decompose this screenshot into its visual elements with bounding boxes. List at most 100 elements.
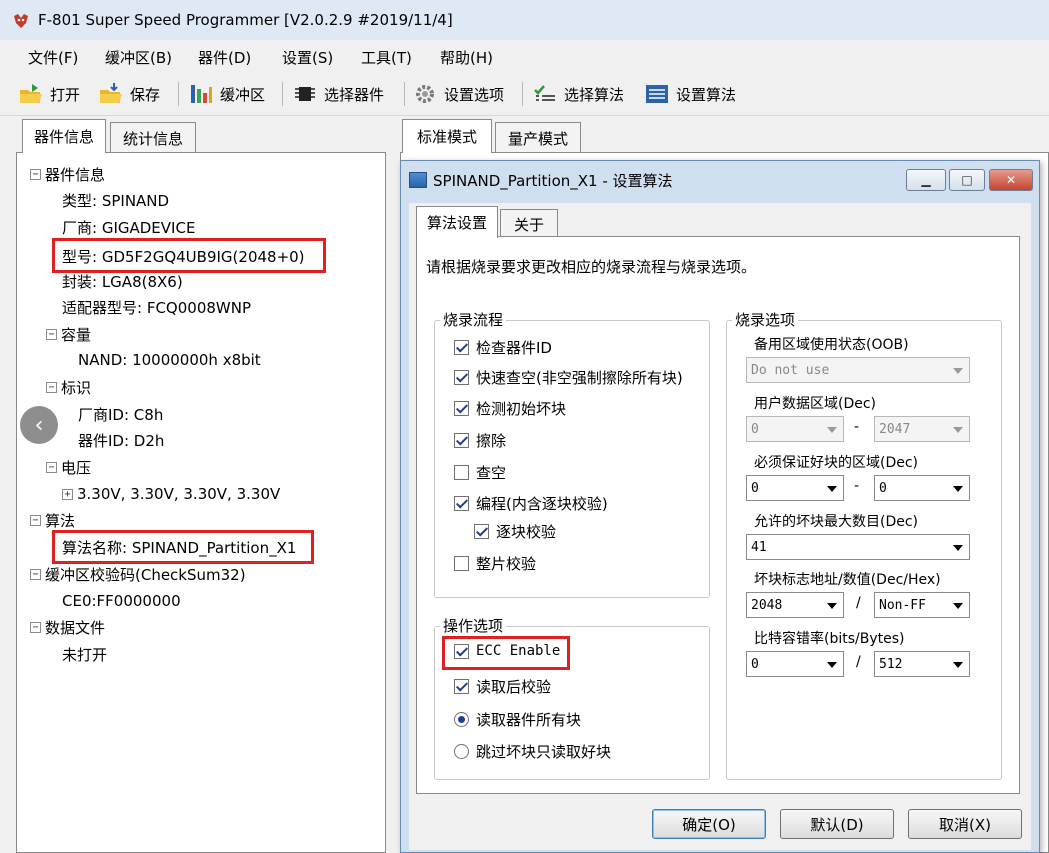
collapse-icon[interactable]: − (30, 168, 41, 180)
checkbox[interactable] (454, 465, 469, 480)
bad-block-mark-address-select[interactable]: 2048 (746, 592, 844, 618)
collapse-icon[interactable]: − (30, 568, 41, 580)
good-block-to-select[interactable]: 0 (874, 475, 970, 501)
menu-device[interactable]: 器件(D) (198, 47, 251, 68)
tree-node-voltage-values[interactable]: +3.30V, 3.30V, 3.30V, 3.30V (62, 483, 280, 505)
quick-blank-check-option[interactable]: 快速查空(非空强制擦除所有块) (454, 367, 683, 388)
collapse-icon[interactable]: − (46, 328, 57, 340)
tree-label: 容量 (61, 325, 92, 344)
chevron-down-icon (953, 427, 963, 433)
max-bad-blocks-select[interactable]: 41 (746, 534, 970, 560)
bad-block-mark-value-select[interactable]: Non-FF (874, 592, 970, 618)
tree-item-device-id: 器件ID: D2h (78, 431, 165, 450)
buffer-button[interactable]: 缓冲区 (188, 80, 265, 108)
default-button[interactable]: 默认(D) (780, 809, 894, 839)
dialog-title-bar: SPINAND_Partition_X1 - 设置算法 (409, 167, 673, 193)
detect-bad-blocks-option[interactable]: 检测初始坏块 (454, 398, 566, 419)
bad-block-mark-label: 坏块标志地址/数值(Dec/Hex) (754, 572, 941, 588)
option-label: 查空 (476, 464, 507, 482)
tree-node-device-info[interactable]: − 器件信息 (30, 163, 105, 185)
checkbox[interactable] (454, 370, 469, 385)
tree-label: 数据文件 (45, 618, 106, 637)
block-verify-option[interactable]: 逐块校验 (474, 521, 556, 542)
collapse-icon[interactable]: − (30, 514, 41, 526)
tree-node-ident[interactable]: − 标识 (46, 376, 91, 398)
user-area-from-select[interactable]: 0 (746, 416, 844, 442)
menu-buffer[interactable]: 缓冲区(B) (105, 47, 172, 68)
maximize-button[interactable]: □ (949, 169, 985, 191)
checkbox[interactable] (454, 401, 469, 416)
radio-button[interactable] (454, 744, 469, 759)
tab-device-info[interactable]: 器件信息 (22, 119, 106, 153)
tree-node-data-file[interactable]: − 数据文件 (30, 616, 105, 638)
option-label: 检测初始坏块 (476, 400, 567, 418)
maximize-icon: □ (961, 173, 973, 187)
verify-after-read-option[interactable]: 读取后校验 (454, 676, 551, 697)
tree-label: 器件信息 (45, 165, 106, 184)
blank-check-option[interactable]: 查空 (454, 462, 506, 483)
collapse-icon[interactable]: − (46, 461, 57, 473)
erase-option[interactable]: 擦除 (454, 430, 506, 451)
option-label: 读取后校验 (476, 678, 552, 696)
checkbox[interactable] (454, 340, 469, 355)
set-options-button[interactable]: 设置选项 (412, 80, 504, 108)
select-device-button[interactable]: 选择器件 (292, 80, 384, 108)
minimize-button[interactable]: ▁ (906, 169, 946, 191)
tab-standard-mode[interactable]: 标准模式 (402, 119, 492, 153)
select-value: 0 (751, 656, 759, 672)
collapse-icon[interactable]: − (30, 621, 41, 633)
checkbox[interactable] (454, 556, 469, 571)
menu-tools[interactable]: 工具(T) (361, 47, 412, 68)
menu-settings[interactable]: 设置(S) (282, 47, 333, 68)
checkbox[interactable] (454, 496, 469, 511)
title-bar: F-801 Super Speed Programmer [V2.0.2.9 #… (0, 0, 1049, 40)
close-button[interactable]: ✕ (989, 169, 1033, 191)
skip-bad-blocks-option[interactable]: 跳过坏块只读取好块 (454, 741, 611, 762)
menu-help[interactable]: 帮助(H) (440, 47, 493, 68)
spare-area-select[interactable]: Do not use (746, 357, 970, 383)
tab-algorithm-settings[interactable]: 算法设置 (416, 206, 498, 238)
bitflip-bytes-select[interactable]: 512 (874, 651, 970, 677)
collapse-icon[interactable]: − (46, 381, 57, 393)
select-algorithm-button[interactable]: 选择算法 (532, 80, 624, 108)
set-options-label: 设置选项 (444, 85, 505, 104)
tab-production-mode[interactable]: 量产模式 (495, 122, 581, 153)
good-block-from-select[interactable]: 0 (746, 475, 844, 501)
select-value: 0 (751, 421, 759, 437)
read-all-blocks-option[interactable]: 读取器件所有块 (454, 709, 581, 730)
toolbar: 打开 保存 缓冲区 选择器件 设置选项 选择算法 设置算法 (0, 72, 1049, 116)
buffer-icon (191, 85, 212, 103)
check-device-id-option[interactable]: 检查器件ID (454, 337, 552, 358)
select-value: 512 (879, 656, 903, 672)
set-algorithm-button[interactable]: 设置算法 (644, 80, 736, 108)
checkbox[interactable] (454, 433, 469, 448)
tree-node-checksum[interactable]: − 缓冲区校验码(CheckSum32) (30, 563, 246, 585)
option-label: 整片校验 (476, 555, 537, 573)
range-dash: - (854, 419, 860, 435)
tree-label: 缓冲区校验码(CheckSum32) (45, 565, 246, 584)
open-button[interactable]: 打开 (18, 80, 80, 108)
bitflip-bits-select[interactable]: 0 (746, 651, 844, 677)
tree-node-algorithm[interactable]: − 算法 (30, 509, 75, 531)
user-area-to-select[interactable]: 2047 (874, 416, 970, 442)
ok-button[interactable]: 确定(O) (652, 809, 766, 839)
tree-node-voltage[interactable]: − 电压 (46, 456, 91, 478)
full-verify-option[interactable]: 整片校验 (454, 553, 536, 574)
checkbox[interactable] (454, 679, 469, 694)
program-option[interactable]: 编程(内含逐块校验) (454, 493, 608, 514)
tab-statistics[interactable]: 统计信息 (110, 122, 196, 153)
tree-item-vendor-id: 厂商ID: C8h (78, 405, 164, 424)
chevron-down-icon (827, 427, 837, 433)
tree-node-capacity[interactable]: − 容量 (46, 323, 91, 345)
select-value: 41 (751, 539, 767, 555)
toolbar-separator (178, 82, 179, 106)
max-bad-blocks-label: 允许的坏块最大数目(Dec) (754, 514, 919, 530)
scroll-left-button[interactable]: ‹ (20, 406, 58, 444)
cancel-button[interactable]: 取消(X) (908, 809, 1022, 839)
radio-button[interactable] (454, 712, 469, 727)
save-button[interactable]: 保存 (98, 80, 160, 108)
tab-about[interactable]: 关于 (500, 209, 558, 238)
expand-icon[interactable]: + (62, 488, 73, 500)
menu-file[interactable]: 文件(F) (28, 47, 78, 68)
checkbox[interactable] (474, 524, 489, 539)
